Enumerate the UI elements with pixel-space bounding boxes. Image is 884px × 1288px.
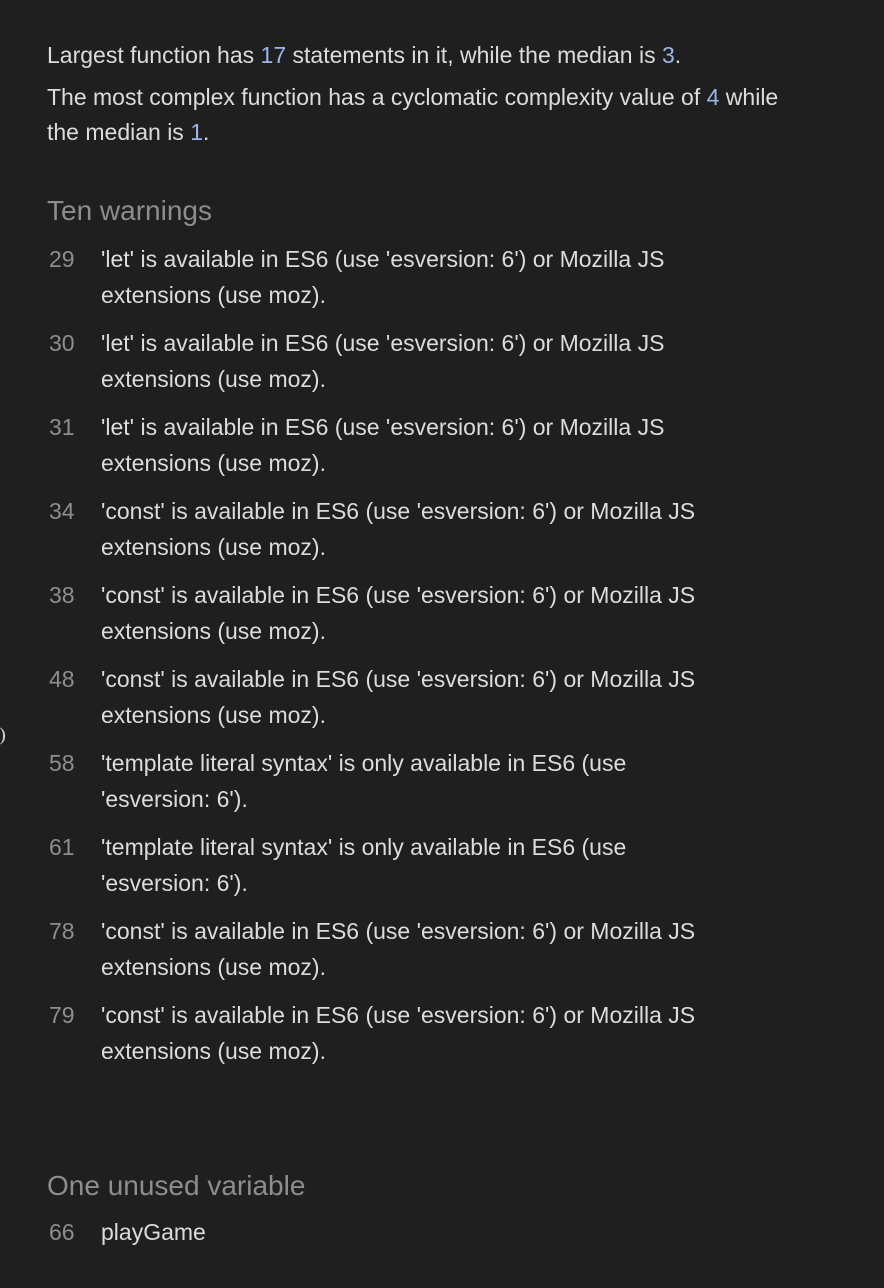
warning-list: 29 'let' is available in ES6 (use 'esvers… [47,241,807,1069]
unused-variable-heading: One unused variable [47,1170,306,1201]
warning-line-number: 61 [49,834,75,860]
warning-message: 'let' is available in ES6 (use 'esversio… [101,414,665,476]
median-complexity-value: 1 [190,119,203,145]
complexity-metric-text: The most complex function has a cyclomat… [47,80,807,150]
unused-variable-list: 66 playGame [47,1214,807,1250]
warning-row: 78 'const' is available in ES6 (use 'esve… [47,913,807,985]
function-metrics: Largest function has 17 statements in it… [47,38,807,150]
statement-metric-suffix: . [674,42,682,68]
warning-row: 58 'template literal syntax' is only avai… [47,745,807,817]
warning-message: 'template literal syntax' is only availa… [101,750,627,812]
warning-message: 'let' is available in ES6 (use 'esversio… [101,246,665,308]
warning-row: 61 'template literal syntax' is only avai… [47,829,807,901]
median-statement-count: 3 [661,42,675,68]
warning-line-number: 78 [49,918,75,944]
warning-message: 'const' is available in ES6 (use 'esvers… [101,498,696,560]
warning-line-number: 34 [49,498,75,524]
warning-line-number: 48 [49,666,75,692]
warning-row: 34 'const' is available in ES6 (use 'esve… [47,493,807,565]
warning-row: 38 'const' is available in ES6 (use 'esve… [47,577,807,649]
warning-row: 30 'let' is available in ES6 (use 'esvers… [47,325,807,397]
warning-row: 31 'let' is available in ES6 (use 'esvers… [47,409,807,481]
warning-line-number: 30 [49,330,75,356]
warning-message: 'template literal syntax' is only availa… [101,834,627,896]
max-complexity-value: 4 [706,84,720,110]
jshint-report-page: { "metrics": { "statements_prefix": "Lar… [0,0,884,1288]
warning-line-number: 58 [49,750,75,776]
unused-variable-row: 66 playGame [47,1214,807,1250]
warning-message: 'const' is available in ES6 (use 'esvers… [101,918,696,980]
warning-line-number: 29 [49,246,75,272]
warnings-heading: Ten warnings [47,195,212,226]
warning-message: 'let' is available in ES6 (use 'esversio… [101,330,665,392]
warning-message: 'const' is available in ES6 (use 'esvers… [101,1002,696,1064]
warning-line-number: 38 [49,582,75,608]
warning-row: 48 'const' is available in ES6 (use 'esve… [47,661,807,733]
warning-message: 'const' is available in ES6 (use 'esvers… [101,666,696,728]
complexity-metric-prefix: The most complex function has a cyclomat… [47,84,707,110]
warning-line-number: 79 [49,1002,75,1028]
statement-metric-middle: statements in it, while the median is [286,42,662,68]
statement-metric-text: Largest function has 17 statements in it… [47,38,807,73]
complexity-metric-suffix: . [203,119,210,145]
warning-line-number: 31 [49,414,75,440]
unused-variable-name: playGame [101,1219,206,1245]
report-content: Largest function has 17 statements in it… [47,38,807,1250]
statement-metric-prefix: Largest function has [47,42,261,68]
unused-variable-line-number: 66 [49,1219,75,1245]
warning-row: 79 'const' is available in ES6 (use 'esve… [47,997,807,1069]
warning-message: 'const' is available in ES6 (use 'esvers… [101,582,696,644]
left-edge-fragment [0,727,5,745]
warning-row: 29 'let' is available in ES6 (use 'esvers… [47,241,807,313]
largest-statement-count: 17 [260,42,287,68]
